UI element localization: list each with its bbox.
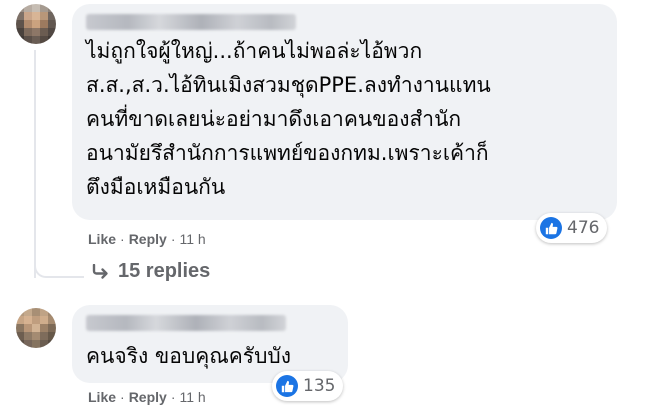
reaction-count: 476 [567,218,600,238]
like-icon [276,375,298,397]
reply-arrow-icon [92,263,108,279]
comment-actions: Like · Reply · 11 h [88,231,206,247]
comment-bubble: ไม่ถูกใจผู้ใหญ่...ถ้าคนไม่พอล่ะไอ้พวก ส.… [72,4,617,220]
comment-text: คนจริง ขอบคุณครับบัง [86,344,291,368]
commenter-name[interactable] [86,315,286,331]
thread-connector [34,258,84,278]
avatar[interactable] [16,308,56,348]
reaction-count: 135 [303,376,336,396]
thread-line [34,50,36,278]
reaction-summary[interactable]: 135 [272,371,344,401]
separator: · [120,231,125,247]
commenter-name[interactable] [86,14,296,30]
reply-link[interactable]: Reply [129,231,167,247]
view-replies-button[interactable]: 15 replies [92,260,210,283]
timestamp[interactable]: 11 h [179,231,205,247]
comment-text: ไม่ถูกใจผู้ใหญ่...ถ้าคนไม่พอล่ะไอ้พวก ส.… [86,39,491,199]
like-icon [540,217,562,239]
reaction-summary[interactable]: 476 [536,213,608,243]
like-link[interactable]: Like [88,231,116,247]
replies-count: 15 replies [118,260,211,282]
avatar[interactable] [16,4,56,44]
separator: · [170,231,176,247]
